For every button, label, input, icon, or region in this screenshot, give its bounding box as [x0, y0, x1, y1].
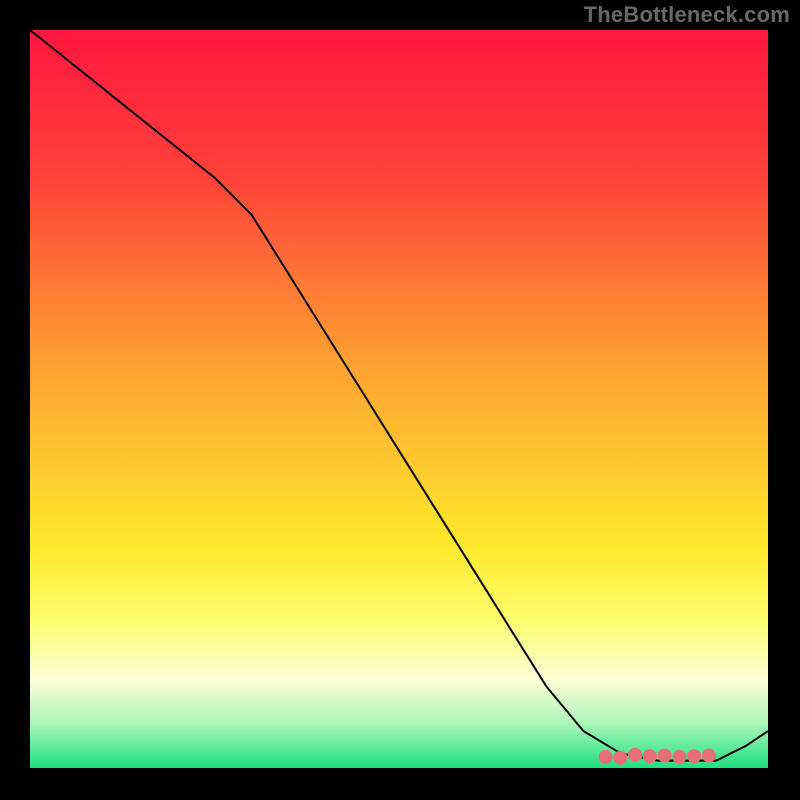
- chart-svg: [30, 30, 768, 768]
- chart-container: TheBottleneck.com: [0, 0, 800, 800]
- marker-dot: [672, 750, 686, 764]
- marker-dot: [628, 748, 642, 762]
- plot-area: [30, 30, 768, 768]
- chart-background: [30, 30, 768, 768]
- marker-dot: [687, 749, 701, 763]
- attribution-label: TheBottleneck.com: [584, 2, 790, 28]
- marker-dot: [643, 749, 657, 763]
- marker-dot: [599, 750, 613, 764]
- marker-dot: [613, 751, 627, 765]
- marker-dot: [658, 749, 672, 763]
- marker-dot: [702, 749, 716, 763]
